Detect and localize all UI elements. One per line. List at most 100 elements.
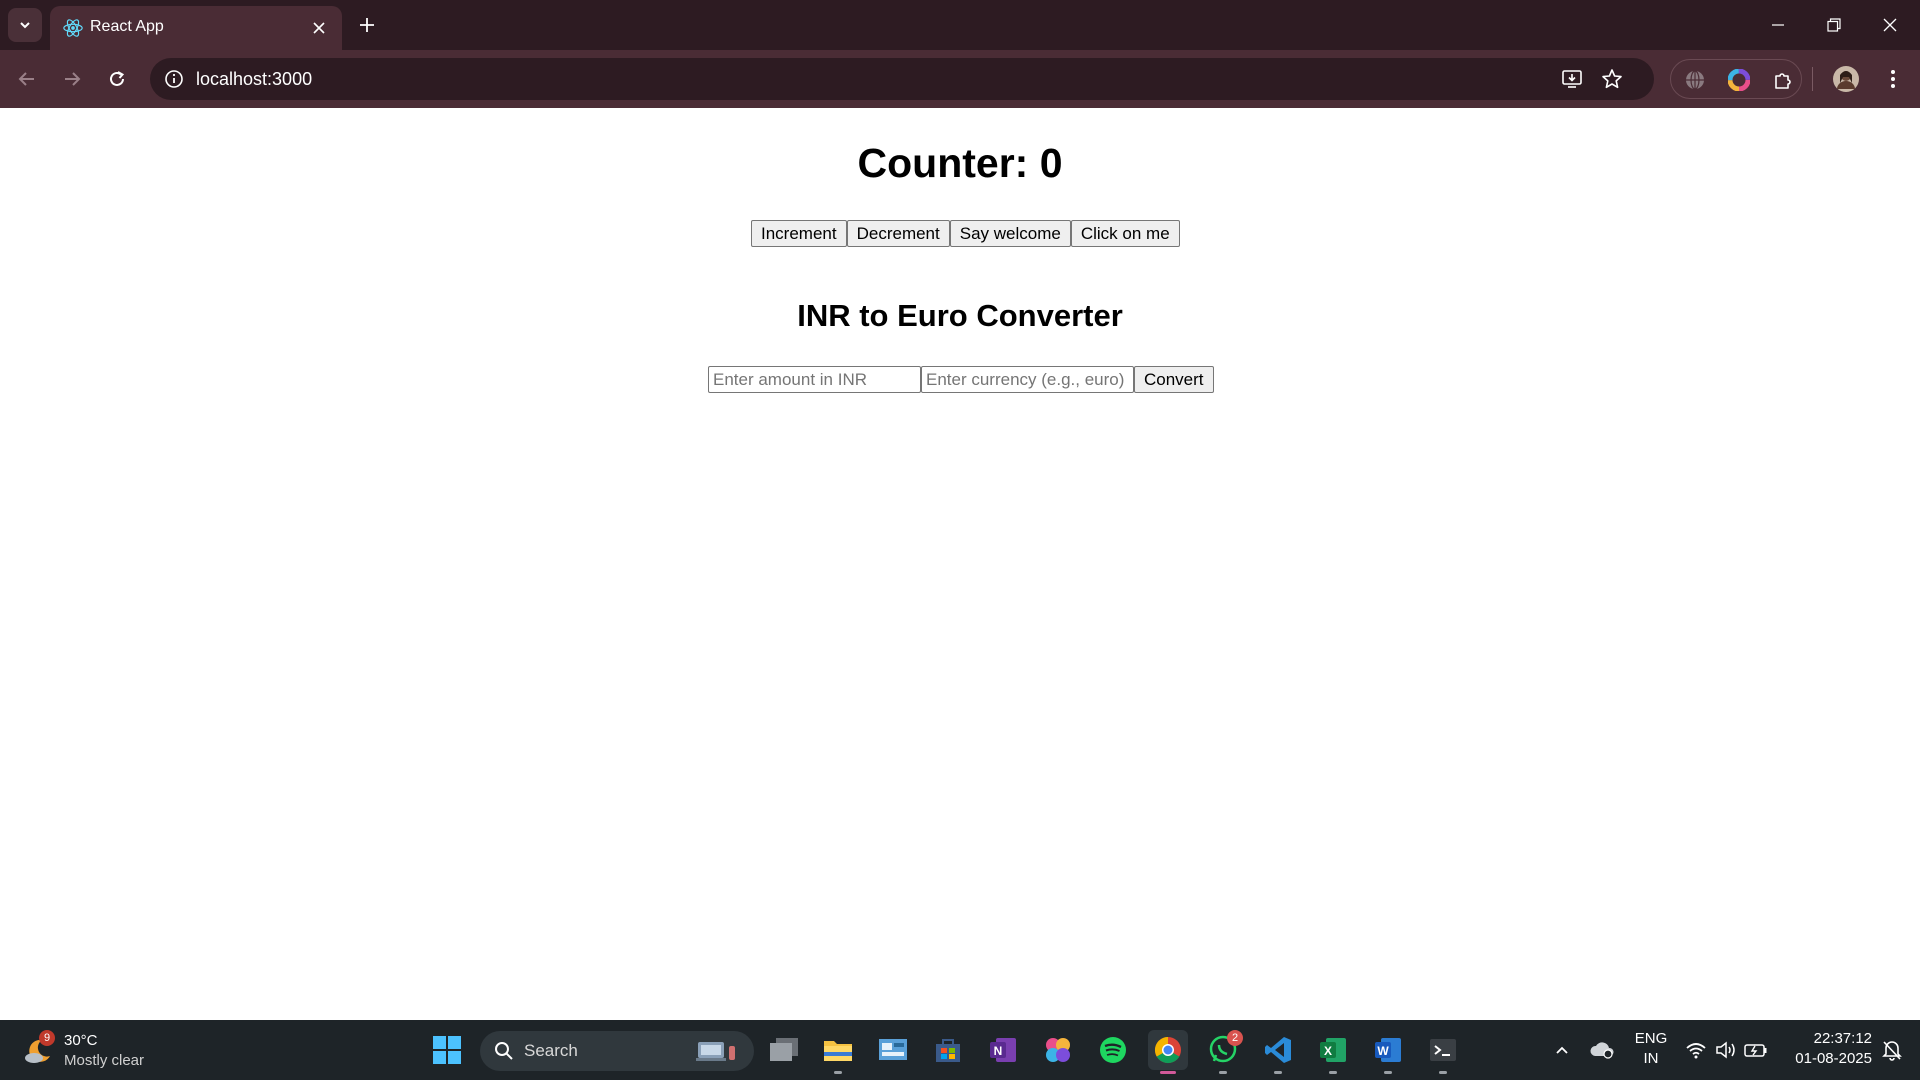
page-content: Counter: 0 Increment Decrement Say welco… [0, 108, 1920, 1020]
show-hidden-icons-button[interactable] [1548, 1036, 1576, 1064]
running-indicator [1274, 1071, 1282, 1074]
install-app-button[interactable] [1558, 65, 1586, 93]
start-button[interactable] [427, 1030, 467, 1070]
browser-menu-button[interactable] [1875, 61, 1911, 97]
site-info-button[interactable] [162, 67, 186, 91]
photos-button[interactable] [1038, 1030, 1078, 1070]
browser-tab-bar: React App [0, 0, 1920, 50]
plus-icon [360, 18, 374, 32]
counter-title: Counter: 0 [857, 140, 1063, 186]
chevron-down-icon [20, 22, 30, 29]
onenote-icon: N [990, 1038, 1016, 1062]
restore-button[interactable] [1806, 0, 1862, 50]
svg-text:W: W [1377, 1044, 1389, 1058]
reload-icon [110, 71, 125, 86]
search-icon [495, 1042, 513, 1060]
chevron-up-icon [1556, 1046, 1568, 1054]
volume-button[interactable] [1712, 1036, 1740, 1064]
install-app-icon [1562, 70, 1582, 88]
kebab-menu-icon [1891, 70, 1895, 88]
profile-button[interactable] [1828, 61, 1864, 97]
terminal-button[interactable] [1423, 1030, 1463, 1074]
counter-buttons: Increment Decrement Say welcome Click on… [751, 220, 1180, 247]
close-window-icon [1883, 18, 1897, 32]
url-text[interactable]: localhost:3000 [196, 69, 312, 90]
restore-icon [1827, 18, 1841, 32]
running-indicator [1439, 1071, 1447, 1074]
control-panel-button[interactable] [873, 1030, 913, 1070]
running-indicator [1329, 1071, 1337, 1074]
address-bar[interactable]: localhost:3000 [150, 58, 1654, 100]
close-icon [313, 22, 325, 34]
onedrive-button[interactable] [1588, 1036, 1616, 1064]
forward-button[interactable] [54, 61, 90, 97]
input-region[interactable]: IN [1630, 1050, 1672, 1067]
photos-icon [1046, 1038, 1070, 1062]
avatar [1833, 66, 1859, 92]
excel-button[interactable]: X [1313, 1030, 1353, 1074]
tab-list-button[interactable] [8, 8, 42, 42]
chrome-button[interactable] [1148, 1030, 1188, 1074]
toolbar-divider [1812, 67, 1813, 91]
input-language[interactable]: ENG [1630, 1030, 1672, 1047]
globe-extension-icon [1686, 70, 1704, 90]
weather-temp: 30°C [64, 1032, 98, 1049]
battery-button[interactable] [1742, 1036, 1770, 1064]
tab-close-button[interactable] [306, 15, 332, 41]
clock-date[interactable]: 01-08-2025 [1780, 1050, 1872, 1067]
spotify-button[interactable] [1093, 1030, 1133, 1070]
search-highlight-icon [696, 1042, 735, 1061]
running-indicator [834, 1071, 842, 1074]
svg-text:X: X [1324, 1044, 1332, 1058]
color-wheel-extension-button[interactable] [1725, 66, 1753, 94]
onenote-button[interactable]: N [983, 1030, 1023, 1070]
spotify-icon [1100, 1037, 1126, 1063]
word-icon: W [1375, 1038, 1401, 1062]
clock-time[interactable]: 22:37:12 [1780, 1030, 1872, 1047]
weather-badge: 9 [39, 1030, 55, 1046]
terminal-icon [1430, 1039, 1456, 1061]
vscode-button[interactable] [1258, 1030, 1298, 1074]
minimize-button[interactable] [1750, 0, 1806, 50]
minimize-icon [1772, 24, 1784, 26]
color-wheel-extension-icon [1728, 69, 1750, 91]
tab-react-app[interactable]: React App [50, 6, 342, 50]
chrome-icon [1154, 1036, 1181, 1064]
click-on-me-button[interactable]: Click on me [1070, 220, 1180, 247]
decrement-button[interactable]: Decrement [846, 220, 950, 247]
back-button[interactable] [9, 61, 45, 97]
vscode-icon [1265, 1037, 1291, 1063]
search-label: Search [524, 1041, 578, 1060]
microsoft-store-button[interactable] [928, 1030, 968, 1070]
say-welcome-button[interactable]: Say welcome [949, 220, 1071, 247]
new-tab-button[interactable] [350, 8, 384, 42]
wifi-icon [1686, 1043, 1706, 1059]
close-window-button[interactable] [1862, 0, 1918, 50]
whatsapp-badge: 2 [1227, 1030, 1243, 1046]
task-view-icon [770, 1038, 798, 1061]
notifications-button[interactable] [1878, 1036, 1906, 1064]
task-view-button[interactable] [764, 1030, 804, 1070]
extensions-menu-button[interactable] [1769, 66, 1797, 94]
reload-button[interactable] [99, 61, 135, 97]
tab-title: React App [90, 18, 164, 35]
convert-button[interactable]: Convert [1134, 366, 1214, 393]
start-icon [433, 1036, 461, 1064]
bookmark-button[interactable] [1598, 65, 1626, 93]
currency-input[interactable] [921, 366, 1134, 393]
puzzle-icon [1775, 73, 1791, 89]
globe-extension-button[interactable] [1681, 66, 1709, 94]
increment-button[interactable]: Increment [751, 220, 847, 247]
taskbar-search[interactable]: Search [480, 1031, 754, 1071]
weather-desc: Mostly clear [64, 1052, 145, 1069]
word-button[interactable]: W [1368, 1030, 1408, 1074]
control-panel-icon [879, 1039, 907, 1060]
weather-widget[interactable]: 9 30°C Mostly clear [22, 1028, 162, 1072]
wifi-button[interactable] [1682, 1036, 1710, 1064]
info-icon [165, 70, 183, 88]
extensions-group [1670, 59, 1802, 99]
amount-inr-input[interactable] [708, 366, 921, 393]
converter-form: Convert [708, 366, 1214, 393]
file-explorer-button[interactable] [818, 1030, 858, 1074]
whatsapp-button[interactable]: 2 [1203, 1030, 1243, 1074]
